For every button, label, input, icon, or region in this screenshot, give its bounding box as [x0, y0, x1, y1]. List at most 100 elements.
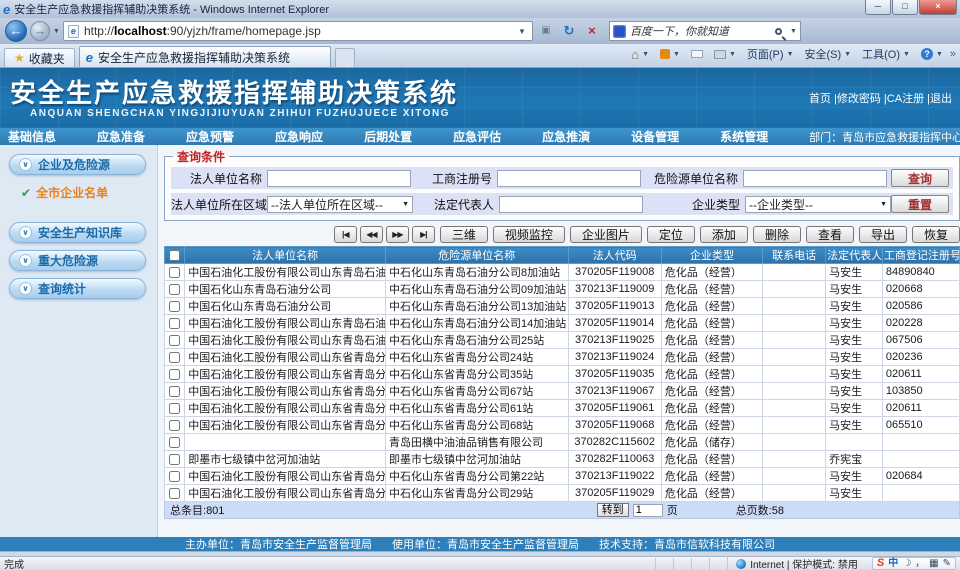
header-link[interactable]: 首页 [809, 93, 831, 105]
search-button[interactable]: 查询 [891, 169, 949, 187]
favorites-button[interactable]: ★ 收藏夹 [4, 48, 75, 67]
menu-safety[interactable]: 安全(S)▼ [801, 44, 856, 64]
table-row[interactable]: 中国石油化工股份有限公司山东青岛石油分公司 中石化山东青岛石油分公司25站 37… [165, 332, 960, 349]
pager-button[interactable]: |◀ [334, 226, 357, 243]
business-reg-no-input[interactable] [497, 170, 641, 187]
maximize-button[interactable]: □ [892, 0, 918, 15]
row-checkbox[interactable] [169, 301, 180, 312]
header-link[interactable]: CA注册 [881, 93, 924, 105]
select-all-checkbox[interactable] [169, 250, 180, 261]
table-row[interactable]: 中国石油化工股份有限公司山东青岛石油分公司 中石化山东青岛石油分公司8加油站 3… [165, 264, 960, 281]
table-row[interactable]: 中国石油化工股份有限公司山东省青岛分公司 中石化山东省青岛分公司第22站 370… [165, 468, 960, 485]
toolbar-button[interactable]: 三维 [440, 226, 488, 243]
toolbar-button[interactable]: 企业图片 [570, 226, 642, 243]
minimize-button[interactable]: ─ [865, 0, 891, 15]
search-input[interactable] [630, 25, 771, 37]
table-row[interactable]: 中国石油化工股份有限公司山东省青岛分公司 中石化山东省青岛分公司29站 3702… [165, 485, 960, 502]
row-checkbox[interactable] [169, 352, 180, 363]
reset-button[interactable]: 重置 [891, 195, 949, 213]
table-row[interactable]: 中国石油化工股份有限公司山东省青岛分公司 中石化山东省青岛分公司35站 3702… [165, 366, 960, 383]
nav-item[interactable]: 应急预警 [186, 128, 234, 145]
address-dropdown-icon[interactable]: ▼ [516, 27, 528, 36]
pager-button[interactable]: ▶▶ [386, 226, 409, 243]
toolbar-button[interactable]: 查看 [806, 226, 854, 243]
sidebar-group-knowledge[interactable]: ∨ 安全生产知识库 [9, 222, 146, 243]
help-button[interactable]: ?▼ [917, 46, 947, 62]
table-row[interactable]: 中国石油化工股份有限公司山东青岛石油分公司 中石化山东青岛石油分公司14加油站 … [165, 315, 960, 332]
table-row[interactable]: 即墨市七级镇中岔河加油站 即墨市七级镇中岔河加油站 370282F110063 … [165, 451, 960, 468]
row-checkbox[interactable] [169, 318, 180, 329]
pager-button[interactable]: ▶| [412, 226, 435, 243]
nav-item[interactable]: 应急准备 [97, 128, 145, 145]
table-row[interactable]: 中国石油化工股份有限公司山东省青岛分公司 中石化山东省青岛分公司67站 3702… [165, 383, 960, 400]
table-row[interactable]: 中国石油化工股份有限公司山东省青岛分公司 中石化山东省青岛分公司68站 3702… [165, 417, 960, 434]
overflow-chevron-icon[interactable]: » [950, 48, 956, 60]
toolbar-button[interactable]: 导出 [859, 226, 907, 243]
sidebar-item-enterprise-list[interactable]: ✔ 全市企业名单 [9, 182, 146, 205]
nav-item[interactable]: 系统管理 [720, 128, 768, 145]
mail-button[interactable] [687, 48, 707, 60]
search-dropdown-icon[interactable]: ▼ [790, 28, 797, 35]
close-button[interactable]: × [919, 0, 957, 15]
goto-page-input[interactable] [633, 504, 663, 517]
tab-active[interactable]: e 安全生产应急救援指挥辅助决策系统 [79, 46, 331, 67]
header-link[interactable]: 退出 [924, 93, 952, 105]
menu-page[interactable]: 页面(P)▼ [743, 44, 798, 64]
table-row[interactable]: 中国石化山东青岛石油分公司 中石化山东青岛石油分公司09加油站 370213F1… [165, 281, 960, 298]
refresh-button[interactable]: ↻ [559, 21, 579, 41]
ime-settings-icon[interactable]: ✎ [943, 559, 951, 569]
row-checkbox[interactable] [169, 471, 180, 482]
home-button[interactable]: ⌂▼ [627, 47, 653, 62]
forward-button[interactable]: → [30, 21, 50, 41]
back-button[interactable]: ← [5, 20, 27, 42]
row-checkbox[interactable] [169, 335, 180, 346]
nav-item[interactable]: 应急响应 [275, 128, 323, 145]
nav-item[interactable]: 应急推演 [542, 128, 590, 145]
ime-punctuation-icon[interactable]: ， [915, 559, 925, 569]
ime-logo-icon[interactable]: S [877, 558, 884, 569]
history-dropdown-icon[interactable]: ▼ [53, 28, 60, 35]
toolbar-button[interactable]: 视频监控 [493, 226, 565, 243]
legal-name-input[interactable] [267, 170, 411, 187]
toolbar-button[interactable]: 定位 [647, 226, 695, 243]
ime-fullwidth-icon[interactable]: ☽ [902, 559, 911, 569]
search-icon[interactable] [775, 28, 782, 35]
nav-item[interactable]: 后期处置 [364, 128, 412, 145]
feeds-button[interactable]: ▼ [656, 47, 684, 61]
row-checkbox[interactable] [169, 369, 180, 380]
enterprise-type-select[interactable]: --企业类型--▼ [745, 196, 891, 213]
hazard-name-input[interactable] [743, 170, 887, 187]
table-row[interactable]: 青岛田横中油油品销售有限公司 370282C115602 危化品（储存） [165, 434, 960, 451]
header-link[interactable]: 修改密码 [831, 93, 881, 105]
sidebar-group-statistics[interactable]: ∨ 查询统计 [9, 278, 146, 299]
menu-tools[interactable]: 工具(O)▼ [858, 44, 914, 64]
toolbar-button[interactable]: 添加 [700, 226, 748, 243]
table-row[interactable]: 中国石化山东青岛石油分公司 中石化山东青岛石油分公司13加油站 370205F1… [165, 298, 960, 315]
row-checkbox[interactable] [169, 488, 180, 499]
new-tab-stub[interactable] [335, 48, 355, 67]
nav-item[interactable]: 基础信息 [8, 128, 56, 145]
goto-page-button[interactable]: 转到 [597, 503, 629, 517]
table-row[interactable]: 中国石油化工股份有限公司山东省青岛分公司 中石化山东省青岛分公司61站 3702… [165, 400, 960, 417]
row-checkbox[interactable] [169, 437, 180, 448]
row-checkbox[interactable] [169, 386, 180, 397]
row-checkbox[interactable] [169, 403, 180, 414]
stop-button[interactable]: × [582, 21, 602, 41]
ime-keyboard-icon[interactable]: ▦ [929, 559, 938, 569]
row-checkbox[interactable] [169, 454, 180, 465]
toolbar-button[interactable]: 删除 [753, 226, 801, 243]
table-row[interactable]: 中国石油化工股份有限公司山东省青岛分公司 中石化山东省青岛分公司24站 3702… [165, 349, 960, 366]
nav-item[interactable]: 应急评估 [453, 128, 501, 145]
legal-rep-input[interactable] [499, 196, 643, 213]
pager-button[interactable]: ◀◀ [360, 226, 383, 243]
row-checkbox[interactable] [169, 284, 180, 295]
compatibility-view-button[interactable]: ▣ [536, 21, 556, 41]
address-field[interactable]: e http://localhost:90/yjzh/frame/homepag… [63, 21, 533, 41]
row-checkbox[interactable] [169, 420, 180, 431]
row-checkbox[interactable] [169, 267, 180, 278]
ime-language-icon[interactable]: 中 [888, 559, 898, 569]
toolbar-button[interactable]: 恢复 [912, 226, 960, 243]
sidebar-group-enterprise[interactable]: ∨ 企业及危险源 [9, 154, 146, 175]
print-button[interactable]: ▼ [710, 48, 740, 61]
nav-item[interactable]: 设备管理 [631, 128, 679, 145]
